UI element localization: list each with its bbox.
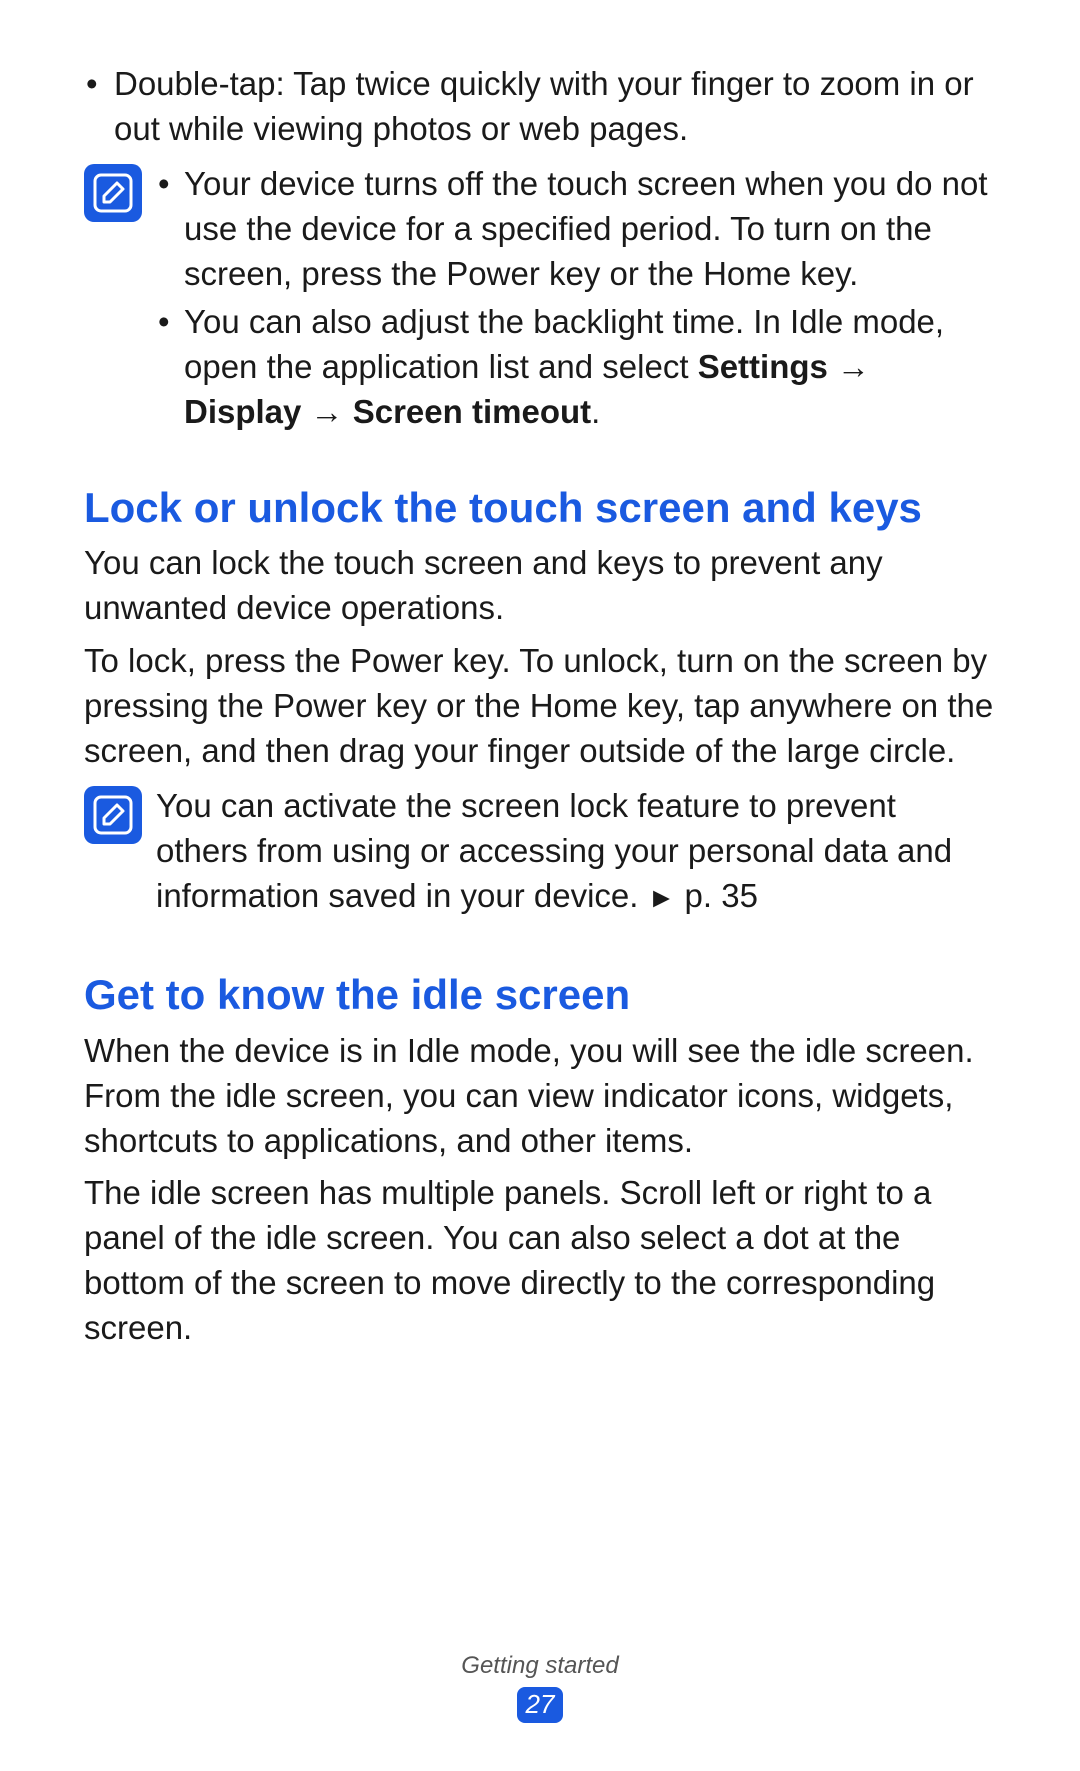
note-text-main: You can activate the screen lock feature… <box>156 787 952 914</box>
footer-section-label: Getting started <box>0 1650 1080 1683</box>
note-text-suffix: . <box>591 393 600 430</box>
pencil-icon <box>93 173 133 213</box>
pencil-icon <box>93 795 133 835</box>
body-paragraph: To lock, press the Power key. To unlock,… <box>84 639 996 774</box>
pencil-note-icon <box>84 786 142 844</box>
list-item: • You can also adjust the backlight time… <box>156 300 996 435</box>
list-item: • Double-tap: Tap twice quickly with you… <box>84 62 996 152</box>
note-text: You can activate the screen lock feature… <box>156 784 996 919</box>
reference-page: p. 35 <box>675 877 758 914</box>
note-body: You can activate the screen lock feature… <box>156 784 996 927</box>
bullet-icon: • <box>156 300 184 435</box>
note-icon-wrap <box>84 162 156 439</box>
bullet-text: You can also adjust the backlight time. … <box>184 300 996 435</box>
body-paragraph: The idle screen has multiple panels. Scr… <box>84 1171 996 1351</box>
reference-arrow-icon: ► <box>648 882 676 913</box>
list-item: • Your device turns off the touch screen… <box>156 162 996 297</box>
note-icon-wrap <box>84 784 156 927</box>
body-paragraph: When the device is in Idle mode, you wil… <box>84 1029 996 1164</box>
page-footer: Getting started 27 <box>0 1650 1080 1723</box>
pencil-note-icon <box>84 164 142 222</box>
bullet-icon: • <box>156 162 184 297</box>
section-title-lock: Lock or unlock the touch screen and keys <box>84 483 996 533</box>
bullet-text: Your device turns off the touch screen w… <box>184 162 996 297</box>
bullet-text: Double-tap: Tap twice quickly with your … <box>114 62 996 152</box>
note-body: • Your device turns off the touch screen… <box>156 162 996 439</box>
note-block: • Your device turns off the touch screen… <box>84 162 996 439</box>
note-block: You can activate the screen lock feature… <box>84 784 996 927</box>
manual-page: • Double-tap: Tap twice quickly with you… <box>0 0 1080 1771</box>
body-paragraph: You can lock the touch screen and keys t… <box>84 541 996 631</box>
bullet-icon: • <box>84 62 114 152</box>
page-number-badge: 27 <box>517 1687 563 1723</box>
section-title-idle: Get to know the idle screen <box>84 970 996 1020</box>
